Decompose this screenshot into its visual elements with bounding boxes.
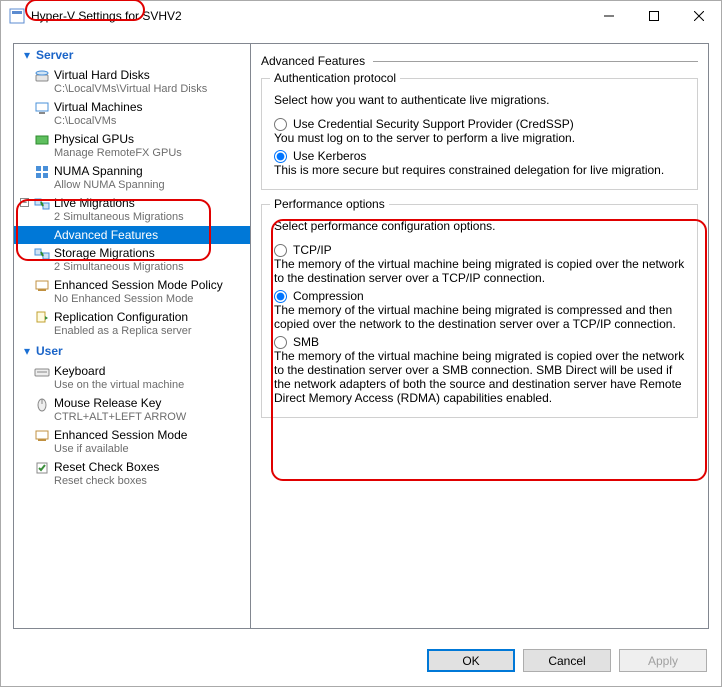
minimize-button[interactable] <box>586 1 631 31</box>
titlebar: Hyper-V Settings for SVHV2 <box>1 1 721 31</box>
collapse-icon[interactable]: − <box>20 198 29 207</box>
label: Mouse Release Key <box>54 396 186 410</box>
desc: Enabled as a Replica server <box>54 324 192 338</box>
gpu-icon <box>34 132 50 148</box>
tree-item-gpu[interactable]: Physical GPUsManage RemoteFX GPUs <box>14 130 250 162</box>
desc: Manage RemoteFX GPUs <box>54 146 182 160</box>
desc: Reset check boxes <box>54 474 159 488</box>
cancel-button[interactable]: Cancel <box>523 649 611 672</box>
radio-tcp-label: TCP/IP <box>293 243 332 257</box>
session-policy-icon <box>34 278 50 294</box>
label: Advanced Features <box>54 228 158 242</box>
detail-title: Advanced Features <box>261 54 373 68</box>
settings-tree[interactable]: ▾ Server Virtual Hard DisksC:\LocalVMs\V… <box>13 43 251 629</box>
label: Enhanced Session Mode <box>54 428 187 442</box>
radio-compression-label: Compression <box>293 289 364 303</box>
opt-tcp[interactable]: TCP/IP <box>274 243 685 257</box>
tree-item-esm[interactable]: Enhanced Session ModeUse if available <box>14 426 250 458</box>
radio-credssp[interactable] <box>274 118 287 131</box>
tree-item-mouse-release[interactable]: Mouse Release KeyCTRL+ALT+LEFT ARROW <box>14 394 250 426</box>
tree-item-numa[interactable]: NUMA SpanningAllow NUMA Spanning <box>14 162 250 194</box>
close-button[interactable] <box>676 1 721 31</box>
vm-icon <box>34 100 50 116</box>
group-auth-desc: Select how you want to authenticate live… <box>274 93 685 107</box>
radio-smb-desc: The memory of the virtual machine being … <box>274 349 685 405</box>
dialog-footer: OK Cancel Apply <box>1 641 721 686</box>
label: Enhanced Session Mode Policy <box>54 278 223 292</box>
label: Live Migrations <box>54 196 184 210</box>
app-icon <box>9 8 25 24</box>
tree-item-vm[interactable]: Virtual MachinesC:\LocalVMs <box>14 98 250 130</box>
label: Replication Configuration <box>54 310 192 324</box>
group-auth-title: Authentication protocol <box>270 71 400 85</box>
desc: Use on the virtual machine <box>54 378 184 392</box>
tree-item-live-migrations[interactable]: − Live Migrations2 Simultaneous Migratio… <box>14 194 250 226</box>
section-server-label: Server <box>36 48 73 62</box>
tree-item-vhd[interactable]: Virtual Hard DisksC:\LocalVMs\Virtual Ha… <box>14 66 250 98</box>
radio-smb[interactable] <box>274 336 287 349</box>
ok-button[interactable]: OK <box>427 649 515 672</box>
group-perf-desc: Select performance configuration options… <box>274 219 685 233</box>
tree-item-storage-migrations[interactable]: Storage Migrations2 Simultaneous Migrati… <box>14 244 250 276</box>
group-auth: Authentication protocol Select how you w… <box>261 78 698 190</box>
opt-compression[interactable]: Compression <box>274 289 685 303</box>
migration-icon <box>34 196 50 212</box>
label: Reset Check Boxes <box>54 460 159 474</box>
section-user[interactable]: ▾ User <box>14 340 250 362</box>
radio-compression[interactable] <box>274 290 287 303</box>
desc: 2 Simultaneous Migrations <box>54 260 184 274</box>
label: Physical GPUs <box>54 132 182 146</box>
radio-compression-desc: The memory of the virtual machine being … <box>274 303 685 331</box>
radio-credssp-label: Use Credential Security Support Provider… <box>293 117 574 131</box>
tree-item-replication[interactable]: Replication ConfigurationEnabled as a Re… <box>14 308 250 340</box>
opt-smb[interactable]: SMB <box>274 335 685 349</box>
title-rule <box>373 61 698 62</box>
section-user-label: User <box>36 344 63 358</box>
radio-tcp[interactable] <box>274 244 287 257</box>
section-server[interactable]: ▾ Server <box>14 44 250 66</box>
desc: No Enhanced Session Mode <box>54 292 223 306</box>
radio-tcp-desc: The memory of the virtual machine being … <box>274 257 685 285</box>
replication-icon <box>34 310 50 326</box>
reset-icon <box>34 460 50 476</box>
desc: 2 Simultaneous Migrations <box>54 210 184 224</box>
window-title: Hyper-V Settings for SVHV2 <box>31 9 586 23</box>
label: Storage Migrations <box>54 246 184 260</box>
chevron-down-icon: ▾ <box>20 344 34 358</box>
desc: C:\LocalVMs\Virtual Hard Disks <box>54 82 207 96</box>
radio-kerberos[interactable] <box>274 150 287 163</box>
session-icon <box>34 428 50 444</box>
radio-kerberos-desc: This is more secure but requires constra… <box>274 163 685 177</box>
tree-item-esm-policy[interactable]: Enhanced Session Mode PolicyNo Enhanced … <box>14 276 250 308</box>
chevron-down-icon: ▾ <box>20 48 34 62</box>
detail-pane: Advanced Features Authentication protoco… <box>251 43 709 629</box>
label: Keyboard <box>54 364 184 378</box>
mouse-icon <box>34 396 50 412</box>
storage-migration-icon <box>34 246 50 262</box>
desc: CTRL+ALT+LEFT ARROW <box>54 410 186 424</box>
keyboard-icon <box>34 364 50 380</box>
opt-credssp[interactable]: Use Credential Security Support Provider… <box>274 117 685 131</box>
desc: C:\LocalVMs <box>54 114 143 128</box>
desc: Use if available <box>54 442 187 456</box>
group-perf: Performance options Select performance c… <box>261 204 698 418</box>
label: Virtual Hard Disks <box>54 68 207 82</box>
disk-icon <box>34 68 50 84</box>
opt-kerberos[interactable]: Use Kerberos <box>274 149 685 163</box>
group-perf-title: Performance options <box>270 197 389 211</box>
tree-item-advanced-features[interactable]: Advanced Features <box>14 226 250 244</box>
label: Virtual Machines <box>54 100 143 114</box>
tree-item-reset[interactable]: Reset Check BoxesReset check boxes <box>14 458 250 490</box>
numa-icon <box>34 164 50 180</box>
apply-button: Apply <box>619 649 707 672</box>
radio-kerberos-label: Use Kerberos <box>293 149 366 163</box>
radio-credssp-desc: You must log on to the server to perform… <box>274 131 685 145</box>
radio-smb-label: SMB <box>293 335 319 349</box>
desc: Allow NUMA Spanning <box>54 178 165 192</box>
tree-item-keyboard[interactable]: KeyboardUse on the virtual machine <box>14 362 250 394</box>
label: NUMA Spanning <box>54 164 165 178</box>
maximize-button[interactable] <box>631 1 676 31</box>
